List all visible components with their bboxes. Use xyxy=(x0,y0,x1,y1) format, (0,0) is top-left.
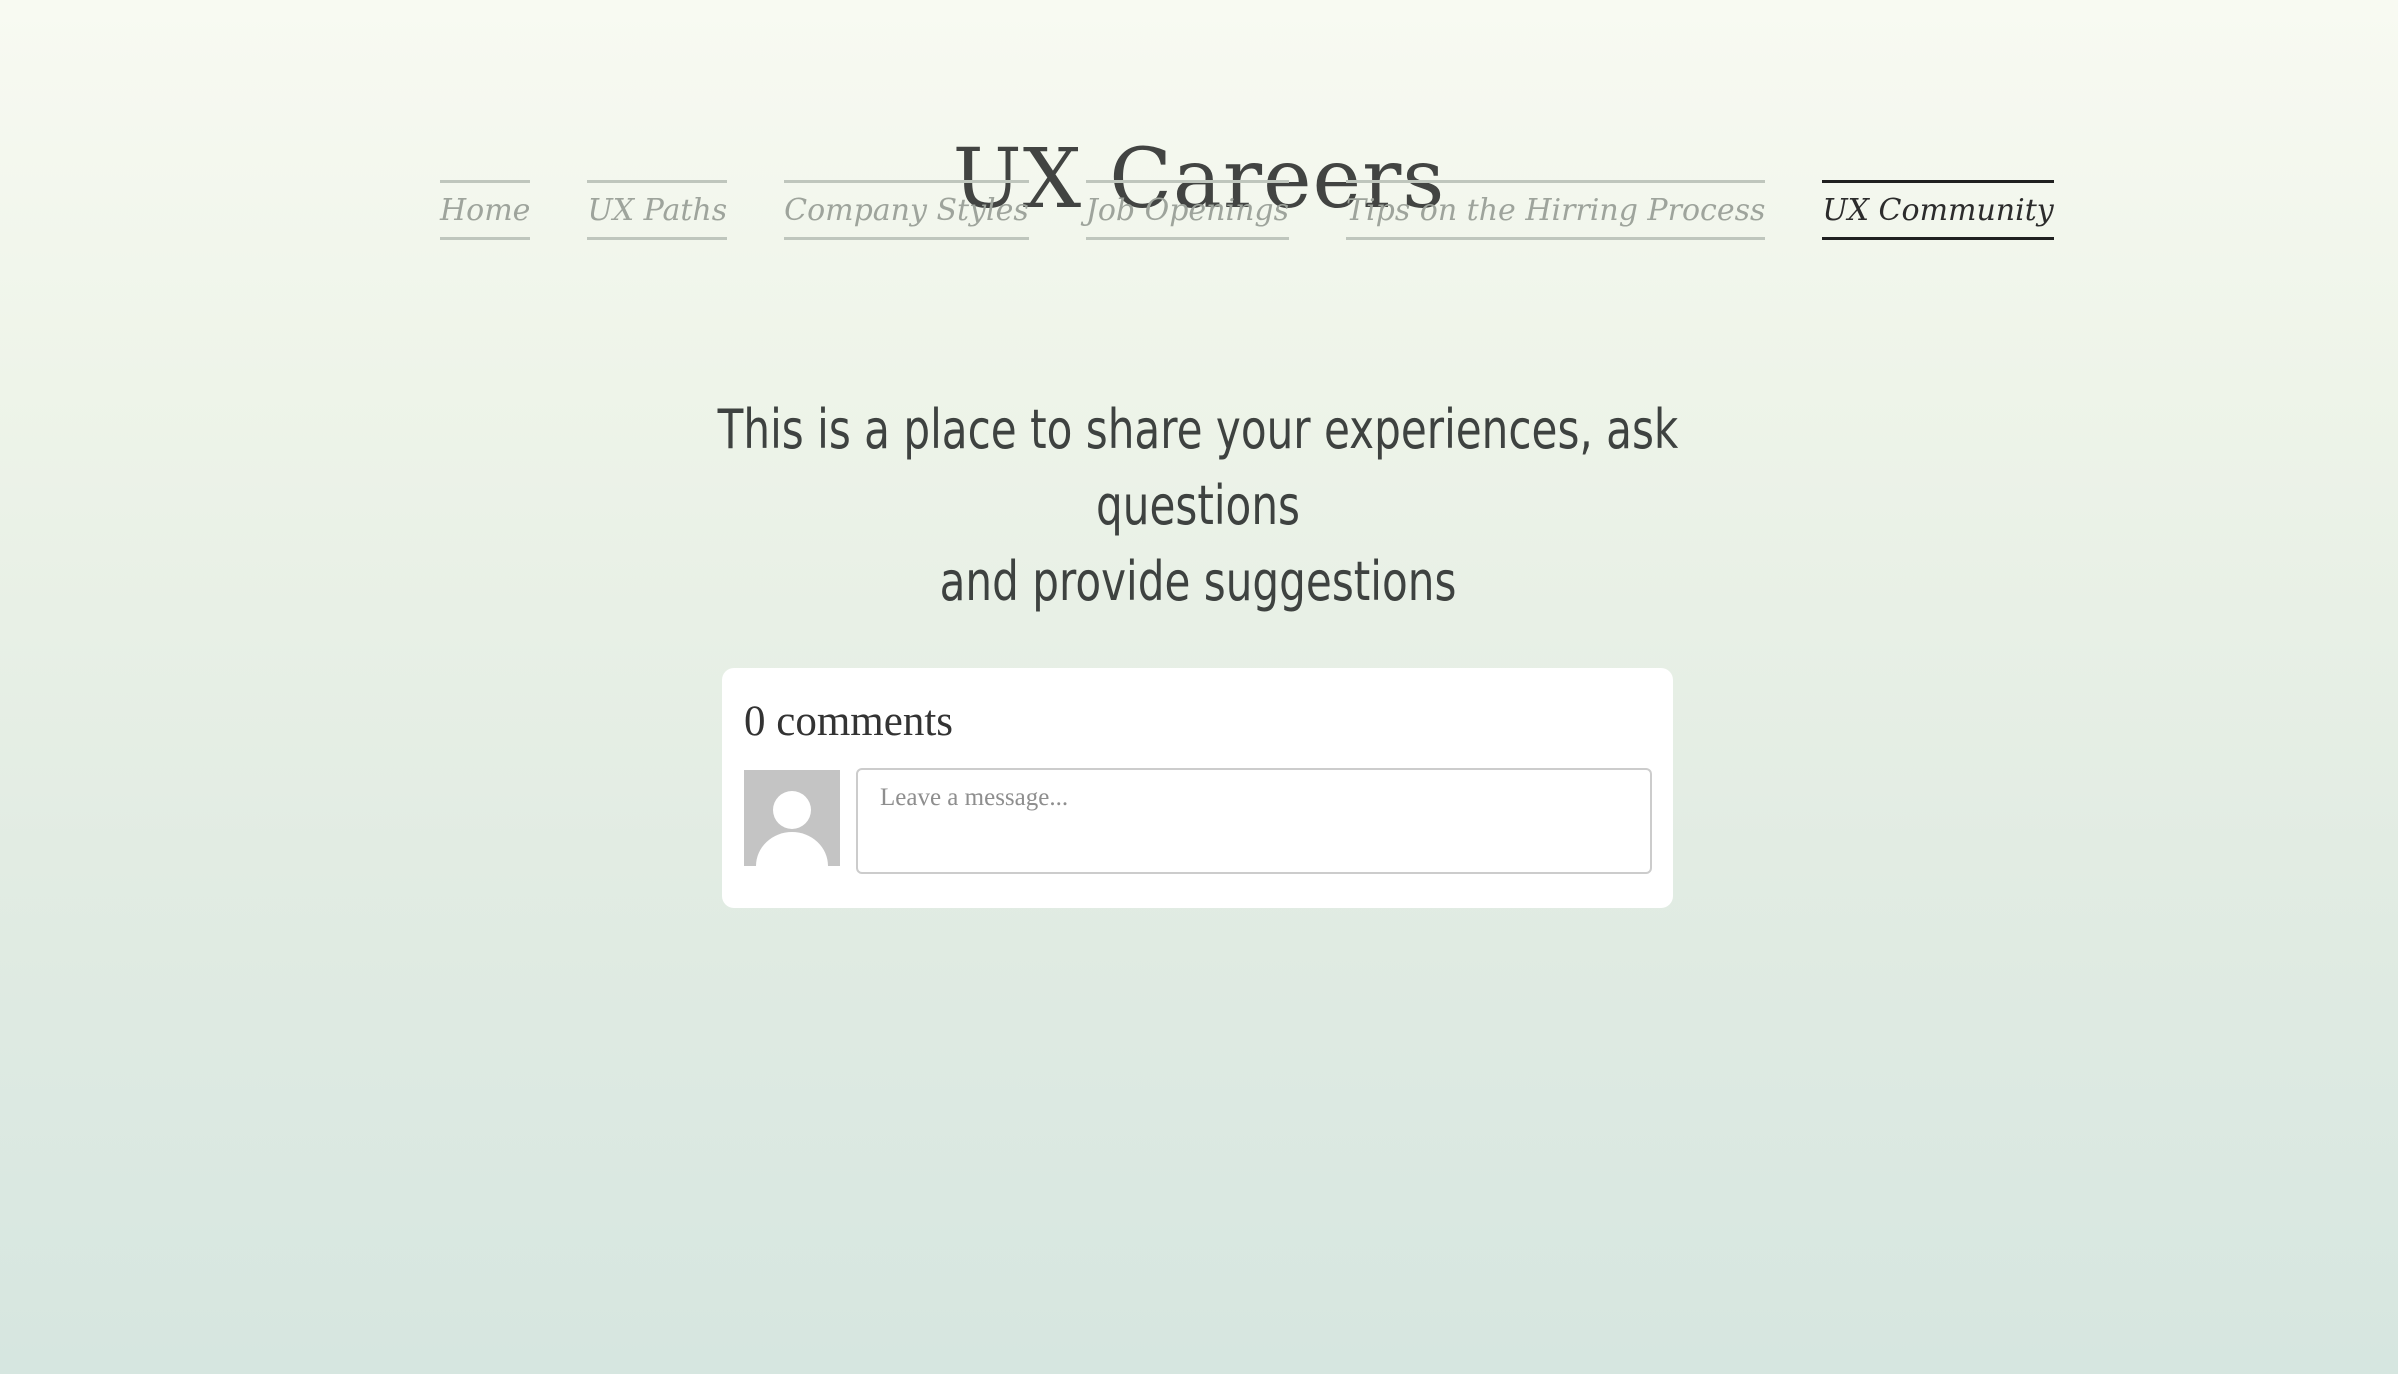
nav-item-company-styles[interactable]: Company Styles xyxy=(784,180,1029,240)
nav-item-tips-hiring-process[interactable]: Tips on the Hirring Process xyxy=(1346,180,1766,240)
nav-item-ux-community[interactable]: UX Community xyxy=(1822,180,2054,240)
message-input[interactable] xyxy=(856,768,1652,874)
nav-item-home[interactable]: Home xyxy=(440,180,531,240)
tagline-line-1: This is a place to share your experience… xyxy=(717,398,1679,537)
tagline-line-2: and provide suggestions xyxy=(939,550,1457,613)
user-avatar-icon xyxy=(744,770,840,866)
page-tagline: This is a place to share your experience… xyxy=(654,392,1743,620)
comments-widget: 0 comments xyxy=(722,668,1673,908)
user-silhouette-icon xyxy=(744,770,840,866)
comments-count: 0 comments xyxy=(744,698,953,745)
nav-item-ux-paths[interactable]: UX Paths xyxy=(587,180,728,240)
main-nav: Home UX Paths Company Styles Job Opening… xyxy=(440,180,2054,240)
nav-item-job-openings[interactable]: Job Openings xyxy=(1085,180,1290,240)
